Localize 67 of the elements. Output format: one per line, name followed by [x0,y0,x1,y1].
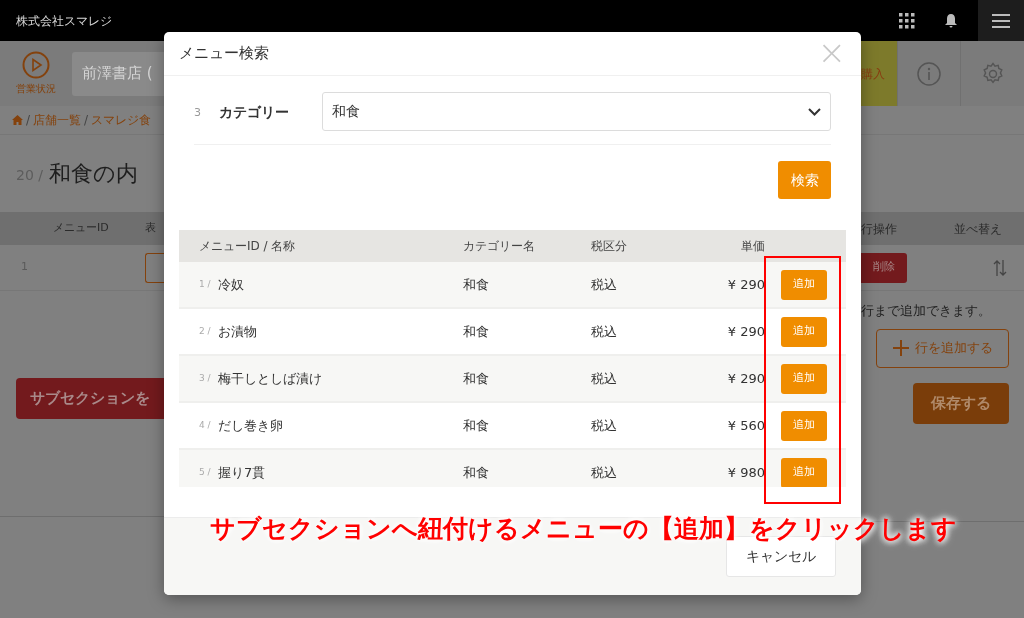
page-title: 和食の内 [49,160,138,188]
breadcrumb-link[interactable]: スマレジ食 [91,111,152,129]
category-cell-text: 和食 [463,369,490,388]
tax-cell-text: 税込 [591,275,618,294]
category-cell-text: 和食 [463,322,490,341]
menu-name: お漬物 [218,322,258,341]
column-header: 並べ替え [954,220,1002,238]
row-id: 2 / [199,324,212,338]
chevron-down-icon [808,107,821,116]
add-button[interactable]: 追加 [781,410,827,441]
column-header: カテゴリー名 [463,238,536,255]
row-id: 4 / [199,418,212,432]
company-name: 株式会社スマレジ [16,12,112,30]
info-icon[interactable] [917,61,941,86]
price-cell-text: ¥ 560 [726,416,765,435]
menu-name: 冷奴 [218,275,245,294]
breadcrumb-separator: / [84,112,89,129]
close-button[interactable]: × [817,34,846,69]
add-button[interactable]: 追加 [781,269,827,300]
tax-cell-text: 税込 [591,416,618,435]
price-cell-text: ¥ 290 [726,322,765,341]
limit-note: 行まで追加できます。 [861,302,992,320]
category-cell-text: 和食 [463,416,490,435]
menu-name: 梅干しとしば漬け [218,369,323,388]
filter-label: カテゴリー [219,103,290,122]
breadcrumb-link[interactable]: 店舗一覧 [33,111,82,129]
menu-icon [992,13,1010,28]
column-header: 表 [145,220,156,237]
add-row-button[interactable]: 行を追加する [876,328,1009,368]
plus-icon [892,340,909,356]
filter-number: 3 [194,105,202,121]
price-cell-text: ¥ 980 [726,463,765,482]
apps-grid-icon[interactable] [899,12,915,29]
delete-button[interactable]: 削除 [861,252,907,283]
home-icon[interactable] [12,115,23,125]
tax-cell-text: 税込 [591,369,618,388]
menu-button[interactable] [978,0,1024,41]
category-cell-text: 和食 [463,275,490,294]
tax-cell-text: 税込 [591,322,618,341]
dialog-title: メニュー検索 [179,43,269,65]
price-cell-text: ¥ 290 [726,369,765,388]
column-header: メニューID / 名称 [199,238,297,255]
settings-icon[interactable] [980,61,1005,86]
play-circle-icon[interactable] [22,51,50,79]
subsection-button[interactable]: サブセクションを [16,378,164,419]
bell-icon[interactable] [945,13,957,28]
add-button[interactable]: 追加 [781,316,827,347]
sort-icon[interactable] [993,258,1007,277]
store-field[interactable]: 前澤書店 ( [72,51,164,96]
save-button[interactable]: 保存する [913,382,1009,424]
column-header: 行操作 [861,220,898,238]
menu-name: だし巻き卵 [218,416,284,435]
breadcrumb-separator: / [26,112,31,129]
menu-name: 握り7貫 [218,463,267,482]
column-header: 単価 [740,238,765,255]
category-cell-text: 和食 [463,463,490,482]
add-button[interactable]: 追加 [781,457,827,487]
row-id: 1 / [199,277,212,291]
row-id: 5 / [199,465,212,479]
tax-cell-text: 税込 [591,463,618,482]
price-cell-text: ¥ 290 [726,275,765,294]
category-select[interactable]: 和食 [322,92,831,131]
column-header: 税区分 [591,238,628,255]
row-id: 3 / [199,371,212,385]
status-label: 営業状況 [16,82,56,96]
search-button[interactable]: 検索 [778,161,831,199]
add-button[interactable]: 追加 [781,363,827,394]
